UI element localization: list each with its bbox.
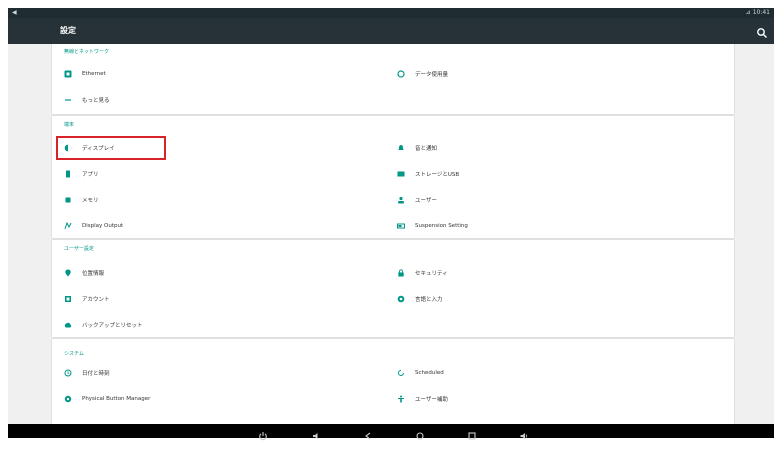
volume-up-icon[interactable] [519,426,529,439]
setting-label: ユーザー補助 [415,397,448,403]
data-usage-icon [397,70,405,78]
navigation-bar [8,424,774,441]
memory-icon [64,196,72,204]
setting-label: メモリ [82,198,99,204]
power-icon[interactable] [258,426,268,441]
suspension-icon [397,222,405,230]
apps-icon [64,170,72,178]
setting-date-time[interactable]: 日付と時刻 [64,366,110,380]
status-right: ⊿ 10:41 [745,9,770,16]
setting-label: Display Output [82,223,124,229]
setting-apps[interactable]: アプリ [64,167,99,181]
schedule-icon [397,369,405,377]
setting-label: Ethernet [82,71,106,77]
category-label: 端末 [64,122,75,128]
setting-label: Physical Button Manager [82,396,151,402]
setting-memory[interactable]: メモリ [64,193,99,207]
setting-label: 言語と入力 [415,297,443,303]
setting-scheduled[interactable]: Scheduled [397,366,444,380]
setting-language[interactable]: 言語と入力 [397,292,443,306]
storage-icon [397,170,405,178]
section-wireless: 無線とネットワーク Ethernet データ使用量 もっと見る [52,44,734,114]
category-label: システム [64,351,84,357]
section-personal: ユーザー設定 位置情報 セキュリティ アカウント 言語と入力 バックアップとリセ… [52,240,734,337]
backup-icon [64,321,72,329]
display-output-icon [64,222,72,230]
setting-label: もっと見る [82,98,110,104]
app-bar: 設定 [8,18,774,44]
setting-sound[interactable]: 音と通知 [397,141,437,155]
setting-label: 位置情報 [82,271,105,277]
user-icon [397,196,405,204]
setting-label: Suspension Setting [415,223,468,229]
setting-label: ストレージとUSB [415,172,460,178]
setting-label: 日付と時刻 [82,371,110,377]
clock-icon [64,369,72,377]
setting-label: データ使用量 [415,72,449,78]
location-icon [64,269,72,277]
section-device: 端末 ディスプレイ 音と通知 アプリ ストレージとUSB メモリ ユーザー Di… [52,116,734,238]
gear-icon [64,395,72,403]
display-highlight-box [56,136,166,160]
setting-accessibility[interactable]: ユーザー補助 [397,392,448,406]
category-label: ユーザー設定 [64,246,94,252]
section-system: システム 日付と時刻 Scheduled Physical Button Man… [52,339,734,424]
setting-more[interactable]: もっと見る [64,93,110,107]
setting-label: 音と通知 [415,146,438,152]
settings-list[interactable]: 無線とネットワーク Ethernet データ使用量 もっと見る 端末 ディスプレ… [8,44,774,424]
status-left: ◀ [12,9,17,16]
language-icon [397,295,405,303]
ethernet-icon [64,70,72,78]
setting-ethernet[interactable]: Ethernet [64,67,106,81]
setting-security[interactable]: セキュリティ [397,266,448,280]
recents-icon[interactable] [467,426,477,440]
setting-data-usage[interactable]: データ使用量 [397,67,448,81]
screen-frame: ◀ ⊿ 10:41 設定 無線とネットワーク Ethernet データ使用量 も… [0,0,774,461]
page-title: 設定 [60,26,76,35]
setting-label: アプリ [82,172,99,178]
setting-suspension[interactable]: Suspension Setting [397,219,468,233]
status-bar: ◀ ⊿ 10:41 [8,8,774,18]
setting-label: Scheduled [415,370,444,376]
category-label: 無線とネットワーク [64,49,110,55]
sound-icon [397,144,405,152]
setting-physical-button[interactable]: Physical Button Manager [64,392,150,406]
setting-label: セキュリティ [415,271,448,277]
setting-label: バックアップとリセット [82,323,143,329]
home-icon[interactable] [415,426,425,440]
search-icon[interactable] [756,24,768,38]
back-icon[interactable] [363,426,373,440]
setting-storage[interactable]: ストレージとUSB [397,167,459,181]
setting-accounts[interactable]: アカウント [64,292,110,306]
volume-down-icon[interactable] [311,426,321,439]
setting-label: ユーザー [415,198,437,204]
lock-icon [397,269,405,277]
setting-backup[interactable]: バックアップとリセット [64,318,143,332]
account-icon [64,295,72,303]
setting-label: アカウント [82,297,110,303]
setting-users[interactable]: ユーザー [397,193,437,207]
accessibility-icon [397,395,405,403]
setting-display-output[interactable]: Display Output [64,219,123,233]
more-icon [64,96,72,104]
setting-location[interactable]: 位置情報 [64,266,104,280]
